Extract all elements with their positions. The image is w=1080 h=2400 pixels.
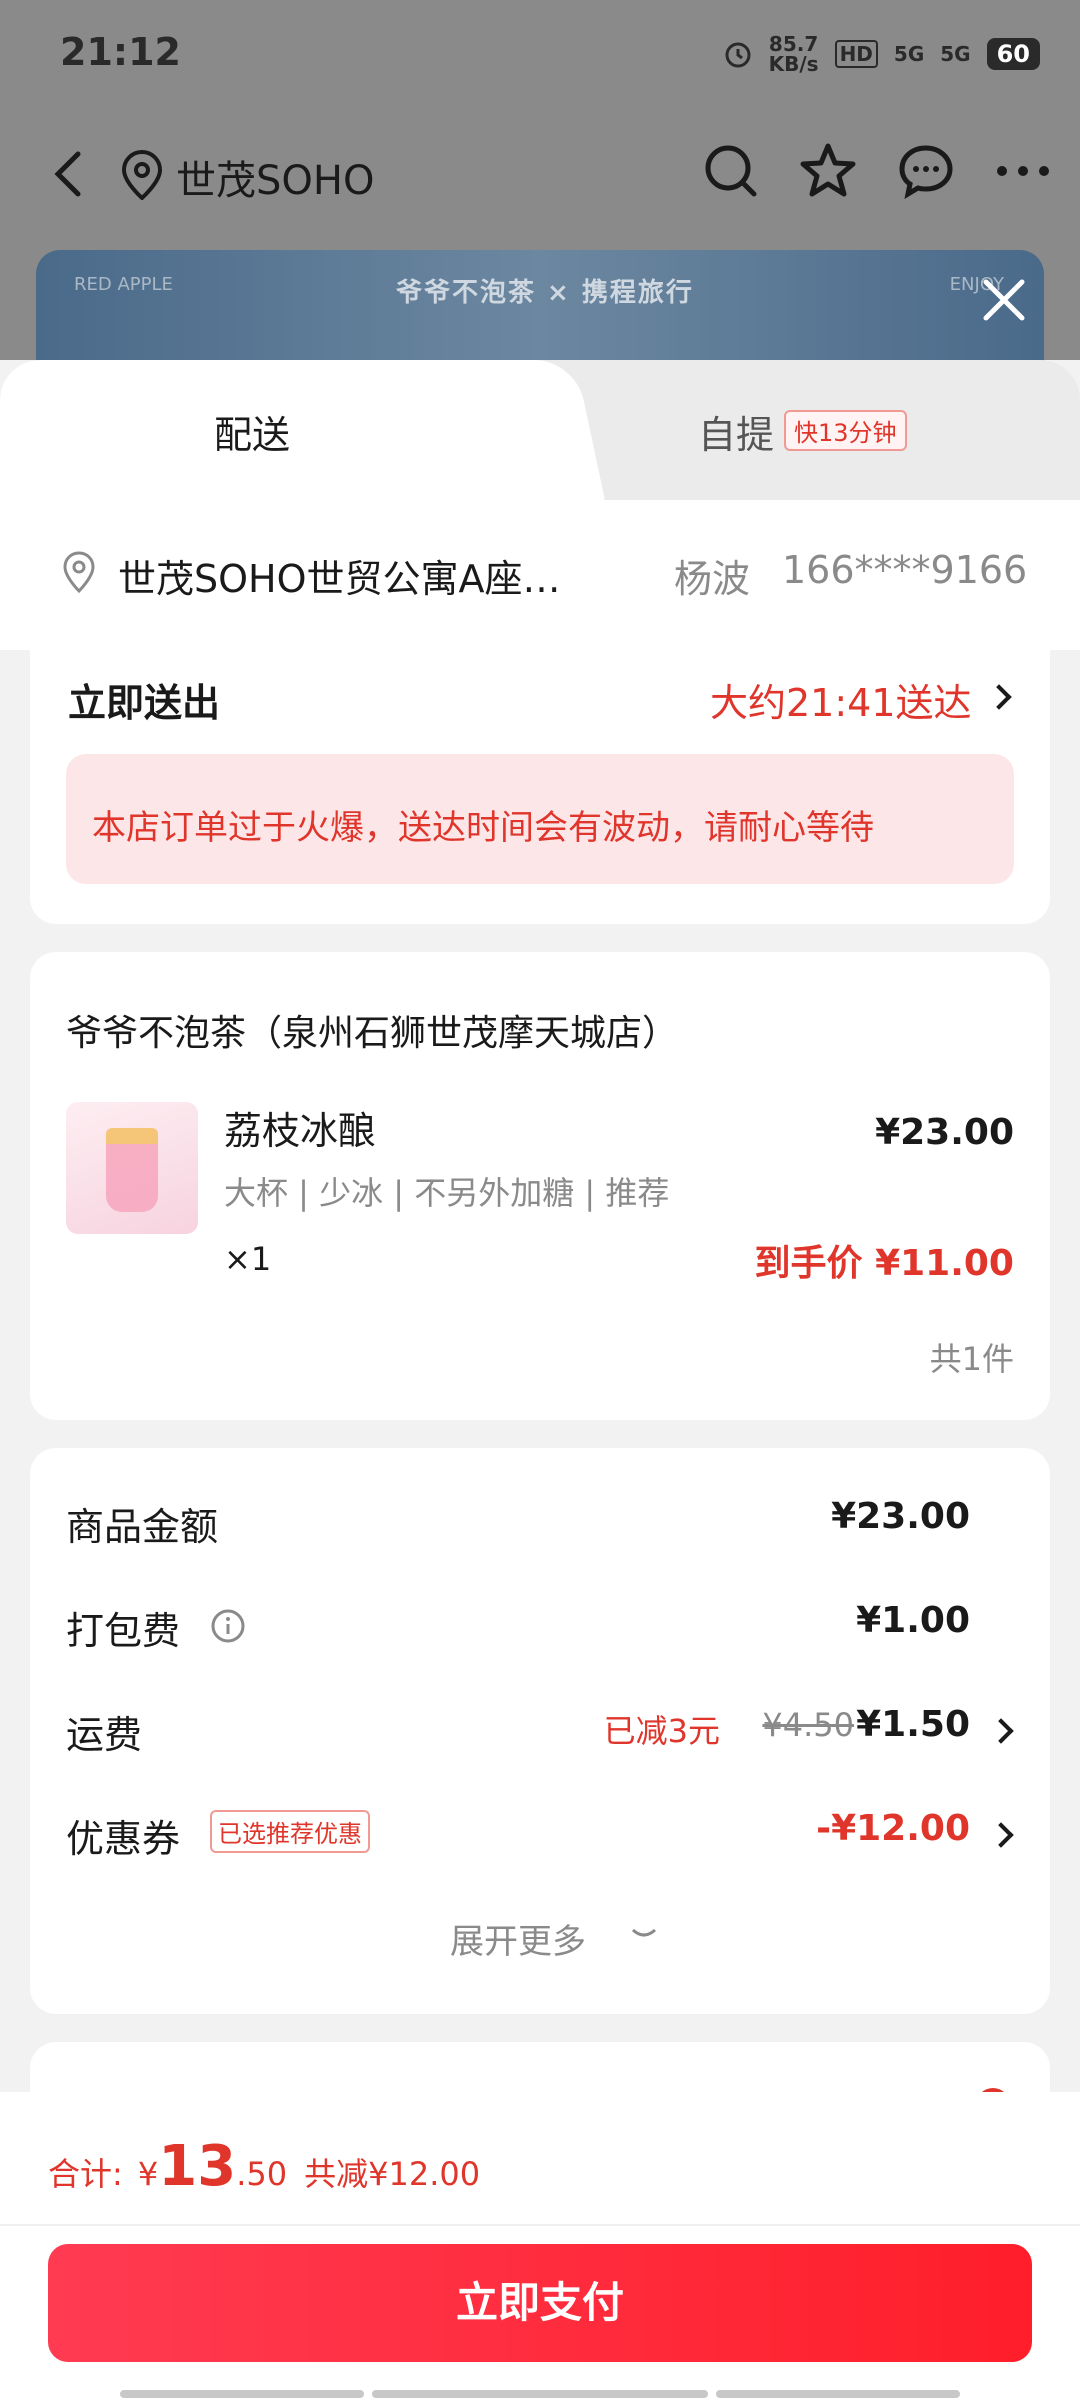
pay-now-button[interactable]: 立即支付 <box>48 2244 1032 2362</box>
signal-icon-1: 5G <box>893 42 925 66</box>
shipping-fee-value: ¥1.50 <box>856 1704 970 1745</box>
delivery-time-card: 立即送出 大约21:41送达 本店订单过于火爆，送达时间会有波动，请耐心等待 <box>30 650 1050 924</box>
coupon-tag: 已选推荐优惠 <box>210 1810 370 1853</box>
goods-amount-label: 商品金额 <box>66 1505 219 1549</box>
delivery-mode-tabs: 配送 自提 快13分钟 <box>0 360 1080 500</box>
product-specs: 大杯 | 少冰 | 不另外加糖 | 推荐 <box>224 1174 670 1212</box>
delivery-eta[interactable]: 大约21:41送达 <box>710 672 972 727</box>
total-amount: 合计: ¥13.50 共减¥12.00 <box>48 2134 480 2199</box>
pickup-badge: 快13分钟 <box>784 410 907 451</box>
customer-service-icon[interactable] <box>896 142 956 200</box>
product-quantity: ×1 <box>224 1240 272 1278</box>
fee-summary-card: 商品金额 ¥23.00 打包费 ¥1.00 运费 已减3元 ¥4.50 ¥1.5… <box>30 1448 1050 2014</box>
product-name: 荔枝冰酿 <box>224 1109 377 1153</box>
location-pin-icon <box>121 149 163 200</box>
search-icon[interactable] <box>702 142 760 200</box>
chevron-right-icon[interactable] <box>988 1718 1014 1744</box>
busy-notice: 本店订单过于火爆，送达时间会有波动，请耐心等待 <box>66 754 1014 884</box>
page-title[interactable]: 世茂SOHO <box>176 148 374 206</box>
busy-notice-text: 本店订单过于火爆，送达时间会有波动，请耐心等待 <box>92 808 874 848</box>
address-text: 世茂SOHO世贸公寓A座… <box>118 557 561 601</box>
tab-delivery-label[interactable]: 配送 <box>214 404 290 459</box>
total-discount: 共减¥12.00 <box>304 2155 481 2193</box>
close-icon[interactable] <box>974 270 1034 330</box>
nav-bar-segment <box>120 2390 364 2398</box>
chevron-down-icon[interactable] <box>630 1926 658 1944</box>
shipping-fee-label: 运费 <box>66 1713 143 1757</box>
product-price: ¥23.00 <box>875 1112 1014 1153</box>
receiver-name: 杨波 <box>674 557 751 601</box>
chevron-right-icon[interactable] <box>988 1822 1014 1848</box>
total-decimal: .50 <box>236 2155 288 2193</box>
order-items-card: 爷爷不泡茶（泉州石狮世茂摩天城店） 荔枝冰酿 大杯 | 少冰 | 不另外加糖 |… <box>30 952 1050 1420</box>
nav-bar-segment <box>372 2390 708 2398</box>
shipping-discount: 已减3元 <box>603 1712 720 1750</box>
delivery-now-label: 立即送出 <box>68 681 221 725</box>
coupon-label: 优惠券 <box>66 1817 181 1861</box>
chevron-right-icon[interactable] <box>986 684 1012 710</box>
expand-more-label[interactable]: 展开更多 <box>450 1914 586 1963</box>
info-icon[interactable] <box>210 1608 246 1644</box>
shop-name: 爷爷不泡茶（泉州石狮世茂摩天城店） <box>66 1013 679 1054</box>
total-integer: 13 <box>158 2134 237 2199</box>
packing-fee-value: ¥1.00 <box>856 1600 970 1641</box>
hd-icon: HD <box>834 40 878 68</box>
more-options-icon[interactable] <box>994 161 1052 181</box>
network-speed: 85.7 KB/s <box>768 32 819 76</box>
signal-icon-2: 5G <box>940 42 971 66</box>
packing-fee-label: 打包费 <box>66 1609 181 1653</box>
checkout-sheet: 配送 自提 快13分钟 世茂SOHO世贸公寓A座… 杨波 166****9166… <box>0 360 1080 2400</box>
banner-brand-text: 爷爷不泡茶 × 携程旅行 <box>396 278 694 308</box>
drink-cup-image <box>106 1128 158 1212</box>
alarm-icon <box>725 42 751 68</box>
shipping-original-price: ¥4.50 <box>762 1706 854 1744</box>
tab-pickup-label[interactable]: 自提 <box>698 404 774 459</box>
product-final-price: 到手价 ¥11.00 <box>754 1243 1014 1284</box>
goods-amount-value: ¥23.00 <box>831 1496 970 1537</box>
receiver-phone: 166****9166 <box>782 548 1028 592</box>
address-pin-icon <box>63 551 95 594</box>
status-time: 21:12 <box>60 30 181 74</box>
total-label: 合计: <box>48 2155 123 2193</box>
back-icon[interactable] <box>38 144 98 204</box>
total-currency: ¥ <box>137 2155 159 2193</box>
delivery-address[interactable]: 世茂SOHO世贸公寓A座… 杨波 166****9166 <box>0 500 1080 650</box>
favorite-star-icon[interactable] <box>798 142 858 200</box>
status-bar: 21:12 85.7 KB/s HD 5G 5G 60 <box>0 0 1080 110</box>
nav-bar-segment <box>716 2390 960 2398</box>
footer-divider <box>0 2224 1080 2226</box>
product-thumbnail[interactable] <box>66 1102 198 1234</box>
top-navigation: 世茂SOHO <box>0 130 1080 220</box>
battery-icon: 60 <box>986 38 1040 70</box>
item-count: 共1件 <box>929 1340 1014 1378</box>
banner-left-text: RED APPLE <box>74 274 173 295</box>
coupon-value[interactable]: -¥12.00 <box>816 1808 970 1849</box>
